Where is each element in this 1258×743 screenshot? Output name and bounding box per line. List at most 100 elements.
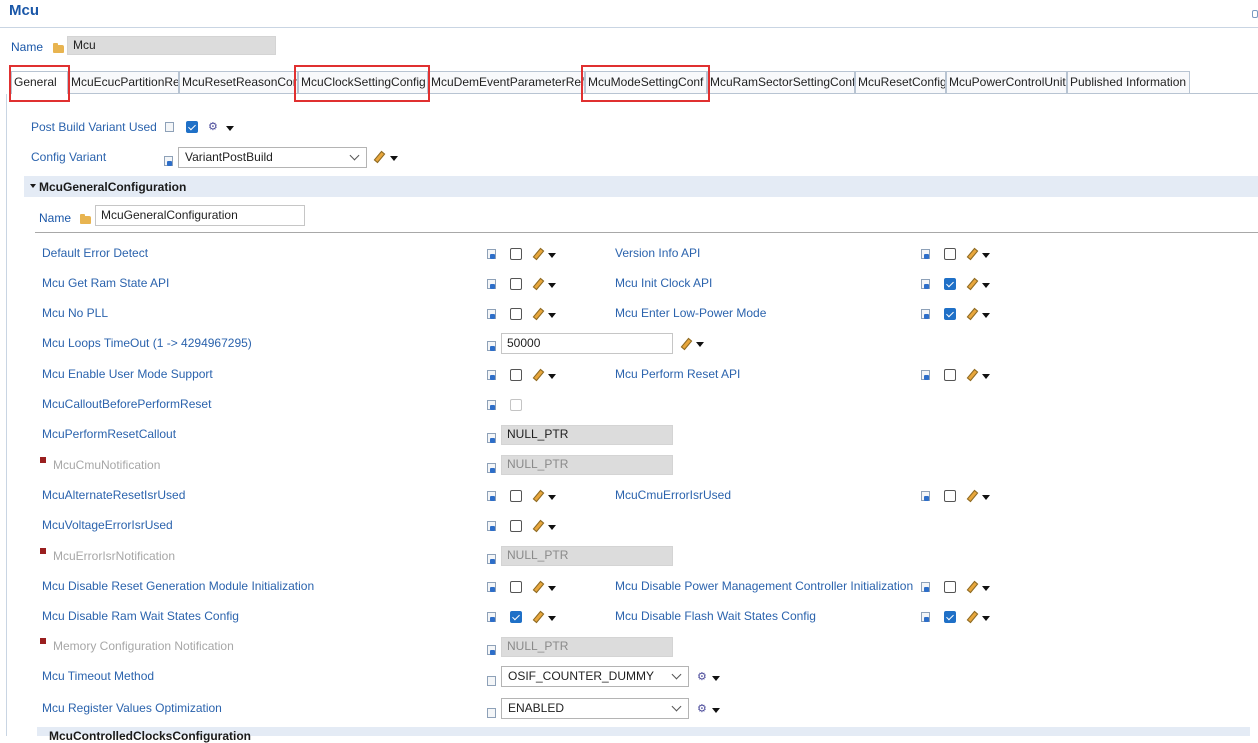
name-field: Mcu — [67, 36, 276, 55]
post-build-variant-checkbox[interactable] — [186, 121, 198, 133]
left-border — [6, 94, 7, 736]
chevron-down-icon[interactable] — [226, 126, 234, 131]
pencil-icon[interactable] — [966, 278, 978, 290]
timeout-method-value: OSIF_COUNTER_DUMMY — [508, 669, 655, 683]
alternate-reset-isr-checkbox[interactable] — [510, 490, 522, 502]
pencil-icon[interactable] — [966, 369, 978, 381]
gear-icon[interactable]: ⚙ — [208, 121, 220, 133]
doc-icon — [487, 676, 496, 686]
editor-title-bar — [0, 0, 1258, 28]
register-values-opt-select[interactable]: ENABLED — [501, 698, 689, 719]
chevron-down-icon[interactable] — [982, 586, 990, 591]
pencil-icon[interactable] — [966, 611, 978, 623]
tab-general[interactable]: General — [11, 71, 68, 94]
tab-mcu-ecuc-partition-ref[interactable]: McuEcucPartitionRef — [68, 71, 179, 93]
disable-flash-wait-label: Mcu Disable Flash Wait States Config — [615, 609, 816, 623]
default-error-detect-checkbox[interactable] — [510, 248, 522, 260]
disable-pmc-init-label: Mcu Disable Power Management Controller … — [615, 579, 914, 593]
tab-mcu-clock-setting-config[interactable]: McuClockSettingConfig — [298, 71, 428, 93]
variant-icon — [487, 400, 496, 410]
get-ram-state-api-checkbox[interactable] — [510, 278, 522, 290]
variant-icon — [487, 370, 496, 380]
chevron-down-icon[interactable] — [390, 156, 398, 161]
chevron-down-icon[interactable] — [548, 253, 556, 258]
section-header[interactable] — [24, 176, 1258, 197]
disable-flash-wait-checkbox[interactable] — [944, 611, 956, 623]
chevron-down-icon[interactable] — [548, 313, 556, 318]
tab-mcu-reset-config[interactable]: McuResetConfig — [855, 71, 946, 93]
enter-low-power-checkbox[interactable] — [944, 308, 956, 320]
next-section-header[interactable]: McuControlledClocksConfiguration — [37, 727, 1250, 742]
chevron-down-icon[interactable] — [548, 525, 556, 530]
chevron-down-icon[interactable] — [548, 586, 556, 591]
register-values-opt-label: Mcu Register Values Optimization — [42, 701, 222, 715]
pencil-icon[interactable] — [532, 520, 544, 532]
chevron-down-icon[interactable] — [548, 495, 556, 500]
disable-ram-wait-checkbox[interactable] — [510, 611, 522, 623]
disable-rgm-init-checkbox[interactable] — [510, 581, 522, 593]
collapse-icon[interactable] — [30, 184, 36, 188]
variant-icon — [487, 491, 496, 501]
chevron-down-icon[interactable] — [548, 616, 556, 621]
version-info-api-checkbox[interactable] — [944, 248, 956, 260]
section-name-field[interactable]: McuGeneralConfiguration — [95, 205, 305, 226]
loops-timeout-field[interactable]: 50000 — [501, 333, 673, 354]
pencil-icon[interactable] — [532, 308, 544, 320]
chevron-down-icon[interactable] — [982, 374, 990, 379]
pencil-icon[interactable] — [680, 338, 692, 350]
help-icon[interactable] — [1252, 10, 1258, 18]
perform-reset-api-checkbox[interactable] — [944, 369, 956, 381]
config-variant-select[interactable]: VariantPostBuild — [178, 147, 367, 168]
register-values-opt-value: ENABLED — [508, 701, 565, 715]
init-clock-api-checkbox[interactable] — [944, 278, 956, 290]
name-label: Name — [11, 40, 44, 54]
chevron-down-icon[interactable] — [712, 708, 720, 713]
pencil-icon[interactable] — [532, 490, 544, 502]
pencil-icon[interactable] — [532, 581, 544, 593]
tab-mcu-reset-reason-conf[interactable]: McuResetReasonConf — [179, 71, 298, 93]
chevron-down-icon[interactable] — [548, 374, 556, 379]
disabled-marker — [40, 457, 46, 463]
pencil-icon[interactable] — [966, 581, 978, 593]
variant-icon — [921, 309, 930, 319]
chevron-down-icon[interactable] — [696, 342, 704, 347]
perform-reset-api-label: Mcu Perform Reset API — [615, 367, 741, 381]
no-pll-label: Mcu No PLL — [42, 306, 109, 320]
tab-mcu-ram-sector-setting-conf[interactable]: McuRamSectorSettingConf — [707, 71, 855, 93]
variant-icon — [487, 341, 496, 351]
get-ram-state-api-label: Mcu Get Ram State API — [42, 276, 170, 290]
no-pll-checkbox[interactable] — [510, 308, 522, 320]
voltage-error-isr-checkbox[interactable] — [510, 520, 522, 532]
tab-mcu-power-control-unit[interactable]: McuPowerControlUnit — [946, 71, 1067, 93]
pencil-icon[interactable] — [532, 611, 544, 623]
gear-icon[interactable]: ⚙ — [697, 703, 709, 715]
disable-pmc-init-checkbox[interactable] — [944, 581, 956, 593]
variant-icon — [487, 582, 496, 592]
chevron-down-icon[interactable] — [982, 283, 990, 288]
pencil-icon[interactable] — [966, 490, 978, 502]
enable-user-mode-checkbox[interactable] — [510, 369, 522, 381]
tab-mcu-mode-setting-conf[interactable]: McuModeSettingConf — [585, 71, 707, 93]
pencil-icon[interactable] — [532, 278, 544, 290]
chevron-down-icon[interactable] — [982, 495, 990, 500]
timeout-method-select[interactable]: OSIF_COUNTER_DUMMY — [501, 666, 689, 687]
chevron-down-icon[interactable] — [548, 283, 556, 288]
chevron-down-icon[interactable] — [982, 253, 990, 258]
chevron-down-icon — [671, 701, 682, 712]
variant-icon — [921, 249, 930, 259]
pencil-icon[interactable] — [532, 369, 544, 381]
pencil-icon[interactable] — [532, 248, 544, 260]
chevron-down-icon[interactable] — [982, 616, 990, 621]
pencil-icon[interactable] — [373, 151, 385, 163]
pencil-icon[interactable] — [966, 248, 978, 260]
post-build-variant-label: Post Build Variant Used — [31, 120, 157, 134]
chevron-down-icon[interactable] — [982, 313, 990, 318]
divider — [35, 232, 1258, 233]
variant-icon — [487, 249, 496, 259]
cmu-error-isr-checkbox[interactable] — [944, 490, 956, 502]
tab-mcu-dem-event-parameter-refs[interactable]: McuDemEventParameterRefs — [428, 71, 585, 93]
pencil-icon[interactable] — [966, 308, 978, 320]
chevron-down-icon[interactable] — [712, 676, 720, 681]
gear-icon[interactable]: ⚙ — [697, 671, 709, 683]
tab-published-information[interactable]: Published Information — [1067, 71, 1190, 93]
